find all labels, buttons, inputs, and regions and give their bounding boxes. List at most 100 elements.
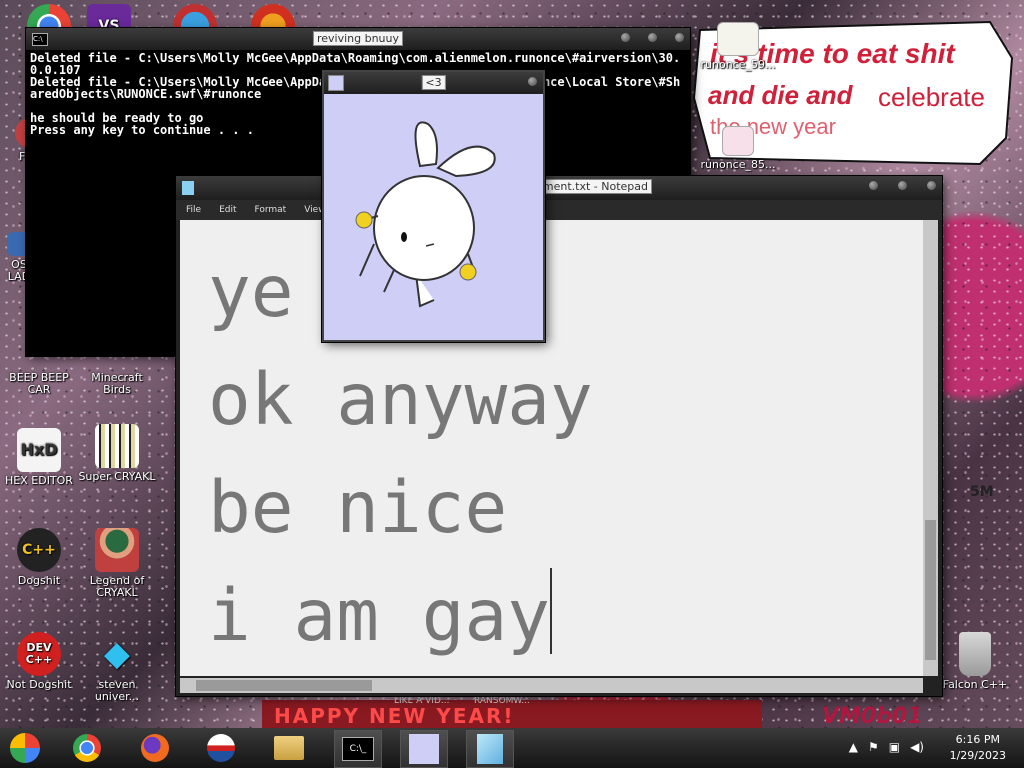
- document-text: ye ok anyway be nice i am gay: [180, 220, 938, 670]
- vertical-scrollbar[interactable]: [923, 220, 938, 676]
- taskbar-cmd[interactable]: C:\_: [334, 730, 382, 768]
- bunny-titlebar[interactable]: <3: [324, 72, 543, 94]
- start-button[interactable]: [2, 730, 48, 766]
- character-icon: [95, 528, 139, 572]
- icon-label: Falcon C++: [942, 678, 1008, 691]
- recycle-bin-icon: [959, 632, 991, 676]
- window-controls: [621, 33, 684, 42]
- icon-label: BEEP BEEP CAR: [9, 371, 69, 396]
- pixel-cat-icon: [95, 424, 139, 468]
- scroll-thumb[interactable]: [925, 520, 936, 660]
- cmd-titlebar[interactable]: C:\ reviving bnuuy: [26, 28, 690, 50]
- bunny-small-icon: [328, 75, 344, 91]
- minimize-button[interactable]: [621, 33, 630, 42]
- bunny-icon: [359, 121, 496, 308]
- taskbar: C:\_ ▲ ⚑ ▣ ◀) 6:16 PM 1/29/2023: [0, 728, 1024, 768]
- close-button[interactable]: [927, 181, 936, 190]
- banner-small-2: RANSOMW...: [474, 696, 530, 706]
- bunny-eye: [401, 232, 407, 242]
- sign-line-2-rest: celebrate: [878, 82, 985, 112]
- close-button[interactable]: [528, 77, 537, 86]
- text-line: i am gay: [208, 574, 550, 657]
- menu-edit[interactable]: Edit: [219, 205, 236, 215]
- ball-icon: [355, 211, 373, 229]
- devcpp-icon: DEV C++: [17, 632, 61, 676]
- cmd-title: reviving bnuuy: [312, 31, 404, 46]
- window-controls: [528, 77, 537, 86]
- desktop-icon-super-cryakl[interactable]: Super CRYAKL: [78, 424, 156, 483]
- text-area[interactable]: ye ok anyway be nice i am gay: [180, 220, 938, 676]
- menu-format[interactable]: Format: [255, 205, 287, 215]
- chevron-up-icon[interactable]: ▲: [849, 740, 858, 754]
- clock-time: 6:16 PM: [955, 733, 1000, 746]
- firefox-icon: [141, 734, 169, 762]
- image-file-icon: [722, 126, 754, 156]
- watermark: VM0b01: [822, 704, 923, 729]
- window-controls: [869, 181, 936, 190]
- taskbar-firefox[interactable]: [132, 730, 178, 766]
- text-line: ok anyway: [208, 358, 593, 441]
- menu-file[interactable]: File: [186, 205, 201, 215]
- text-cursor: [549, 568, 552, 654]
- file-runonce-85[interactable]: runonce_85...: [700, 126, 776, 171]
- cmd-icon: C:\: [32, 33, 48, 46]
- bunny-window[interactable]: <3: [322, 70, 545, 342]
- icon-label: runonce_85...: [700, 158, 776, 171]
- close-button[interactable]: [675, 33, 684, 42]
- desktop-icon-minecraft-birds[interactable]: Minecraft Birds: [78, 372, 156, 396]
- volume-icon[interactable]: ◀): [910, 740, 924, 754]
- banner-small-1: LIKE A VID...: [394, 696, 450, 706]
- folder-icon: [274, 736, 304, 760]
- diamond-icon: ◆: [103, 634, 131, 674]
- icon-label: HEX EDITOR: [5, 474, 73, 487]
- icon-label: Not Dogshit: [6, 678, 72, 691]
- ball-icon: [459, 263, 477, 281]
- notepad-icon: [182, 181, 194, 195]
- icon-label: steven univer...: [94, 678, 140, 703]
- desktop-icon-falcon-cpp[interactable]: Falcon C++: [936, 632, 1014, 691]
- desktop-icon-beep-beep-car[interactable]: BEEP BEEP CAR: [0, 372, 78, 396]
- notepad-icon: [477, 734, 503, 764]
- devcpp-icon: C++: [17, 528, 61, 572]
- flag-icon[interactable]: ⚑: [868, 740, 879, 754]
- menu-bar: File Edit Format View: [176, 200, 942, 220]
- cmd-line: Press any key to continue . . .: [30, 123, 254, 137]
- app-icon: [207, 734, 235, 762]
- desktop-icon-dogshit[interactable]: C++ Dogshit: [0, 528, 78, 587]
- desktop-icon-hex-editor[interactable]: HxD HEX EDITOR: [0, 428, 78, 487]
- taskbar-chrome[interactable]: [64, 730, 110, 766]
- network-icon[interactable]: ▣: [889, 740, 900, 754]
- notepad-titlebar[interactable]: Document.txt - Notepad: [176, 176, 942, 200]
- scroll-thumb[interactable]: [196, 680, 372, 691]
- text-line: ye: [208, 250, 294, 333]
- minimize-button[interactable]: [869, 181, 878, 190]
- taskbar-obama[interactable]: [198, 730, 244, 766]
- bunny-illustration: [355, 121, 496, 308]
- icon-label: Legend of CRYAKL: [89, 574, 145, 599]
- cmd-icon: C:\_: [342, 737, 374, 761]
- icon-label: Dogshit: [17, 574, 61, 587]
- icon-label: Minecraft Birds: [91, 371, 143, 396]
- desktop-icon-not-dogshit[interactable]: DEV C++ Not Dogshit: [0, 632, 78, 691]
- clock-date: 1/29/2023: [949, 749, 1006, 762]
- taskbar-notepad[interactable]: [466, 730, 514, 768]
- chrome-icon: [73, 734, 101, 762]
- maximize-button[interactable]: [648, 33, 657, 42]
- desktop-icon-steven-universe[interactable]: ◆ steven univer...: [78, 632, 156, 703]
- horizontal-scrollbar[interactable]: [180, 678, 923, 693]
- taskbar-bunny[interactable]: [400, 730, 448, 768]
- sign-line-2-bold: and die and: [708, 80, 853, 110]
- maximize-button[interactable]: [898, 181, 907, 190]
- banner-text: HAPPY NEW YEAR!: [274, 704, 515, 728]
- file-runonce-59[interactable]: runonce_59...: [700, 22, 776, 71]
- text-line: be nice: [208, 466, 508, 549]
- system-tray: ▲ ⚑ ▣ ◀): [849, 740, 924, 754]
- badge: 5M: [970, 484, 994, 500]
- taskbar-explorer[interactable]: [266, 730, 312, 766]
- hxd-icon: HxD: [17, 428, 61, 472]
- clock[interactable]: 6:16 PM 1/29/2023: [950, 732, 1006, 764]
- desktop-icon-legend-of-cryakl[interactable]: Legend of CRYAKL: [78, 528, 156, 599]
- notepad-window[interactable]: Document.txt - Notepad File Edit Format …: [176, 176, 942, 696]
- start-icon: [10, 733, 40, 763]
- icon-label: runonce_59...: [700, 58, 776, 71]
